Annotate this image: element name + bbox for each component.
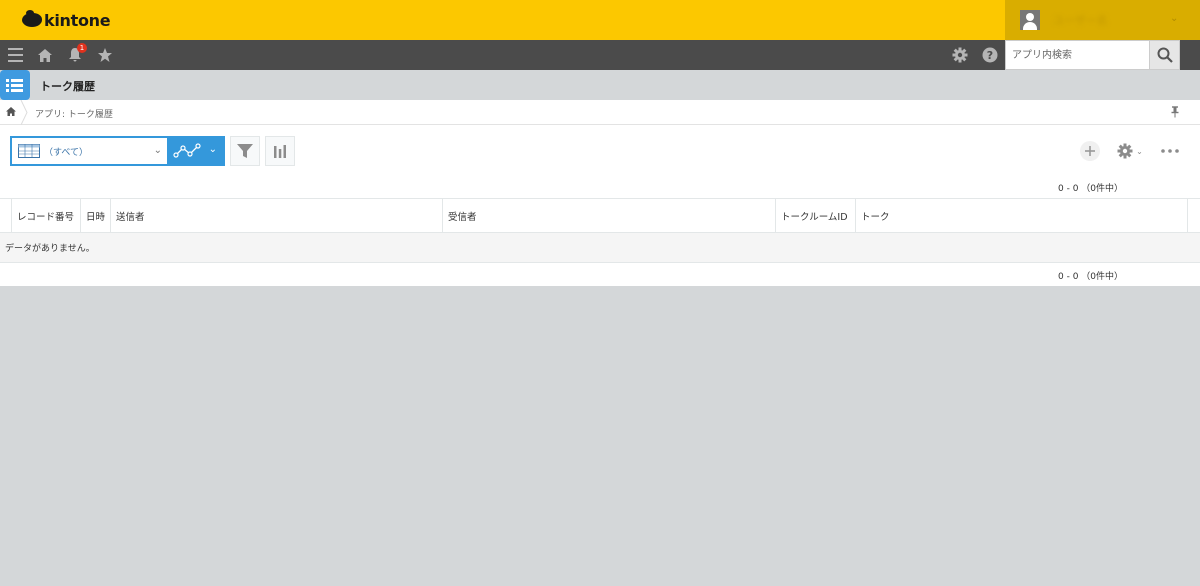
breadcrumb-home-icon[interactable] (3, 104, 19, 120)
notification-bell-icon[interactable]: 1 (65, 40, 87, 70)
line-graph-icon (173, 143, 201, 158)
home-icon[interactable] (35, 40, 55, 70)
ellipsis-icon (1161, 149, 1179, 153)
favorites-star-icon[interactable] (95, 40, 115, 70)
notification-badge: 1 (77, 43, 87, 53)
records-table: レコード番号 日時 送信者 受信者 トークルームID トーク データがありません… (0, 198, 1200, 263)
user-menu[interactable]: ユーザー名 ⌄ (1005, 0, 1200, 40)
pagination-top: 0 - 0 （0件中） (1058, 184, 1124, 194)
search-button[interactable] (1150, 40, 1180, 70)
table-view-icon (18, 144, 40, 158)
column-header-talkroom-id[interactable]: トークルームID (776, 199, 856, 232)
column-header-sender[interactable]: 送信者 (111, 199, 443, 232)
column-header-record-number[interactable]: レコード番号 (12, 199, 81, 232)
chevron-down-icon: ⌄ (153, 145, 162, 156)
menu-icon[interactable] (4, 40, 26, 70)
breadcrumb-app-link[interactable]: アプリ: トーク履歴 (35, 107, 113, 120)
app-settings-button[interactable]: ⌄ (1114, 141, 1146, 161)
kintone-logo-mark-icon (22, 10, 42, 27)
column-header-talk[interactable]: トーク (856, 199, 1188, 232)
breadcrumb-separator-icon (20, 100, 28, 125)
help-icon[interactable]: ? (980, 40, 1000, 70)
app-header (0, 70, 1200, 100)
app-list-icon[interactable] (0, 70, 30, 100)
filter-button[interactable] (230, 136, 260, 166)
chevron-down-icon: ⌄ (1136, 146, 1143, 156)
chevron-down-icon: ⌄ (1170, 13, 1179, 24)
header-spacer (0, 199, 12, 232)
pagination-bottom: 0 - 0 （0件中） (1058, 272, 1124, 282)
chevron-down-icon: ⌄ (208, 144, 217, 155)
column-header-datetime[interactable]: 日時 (81, 199, 111, 232)
plus-icon (1085, 146, 1095, 156)
kintone-logo[interactable]: kintone (22, 10, 111, 30)
chart-button[interactable] (265, 136, 295, 166)
filter-funnel-icon (237, 144, 253, 158)
empty-message: データがありません。 (0, 233, 1200, 263)
top-header: kintone ユーザー名 ⌄ (0, 0, 1200, 40)
user-name: ユーザー名 (1053, 14, 1108, 27)
add-record-button[interactable] (1080, 141, 1100, 161)
app-search-input[interactable] (1006, 41, 1149, 69)
bar-chart-icon (274, 145, 286, 158)
view-selector-label: （すべて） (44, 147, 89, 158)
graph-menu-button[interactable]: ⌄ (167, 136, 225, 166)
column-header-recipient[interactable]: 受信者 (443, 199, 776, 232)
user-avatar-icon (1020, 10, 1040, 30)
view-selector[interactable]: （すべて） ⌄ (10, 136, 168, 166)
more-options-button[interactable] (1160, 141, 1180, 161)
svg-text:?: ? (987, 49, 993, 62)
app-title: トーク履歴 (40, 80, 95, 93)
app-search-box (1005, 40, 1150, 70)
brand-name: kintone (44, 10, 111, 30)
gear-icon (1117, 143, 1133, 159)
search-icon (1157, 47, 1173, 63)
table-header: レコード番号 日時 送信者 受信者 トークルームID トーク (0, 198, 1200, 233)
breadcrumb: アプリ: トーク履歴 (0, 100, 1200, 125)
settings-gear-icon[interactable] (950, 40, 970, 70)
pin-icon[interactable] (1170, 106, 1180, 118)
